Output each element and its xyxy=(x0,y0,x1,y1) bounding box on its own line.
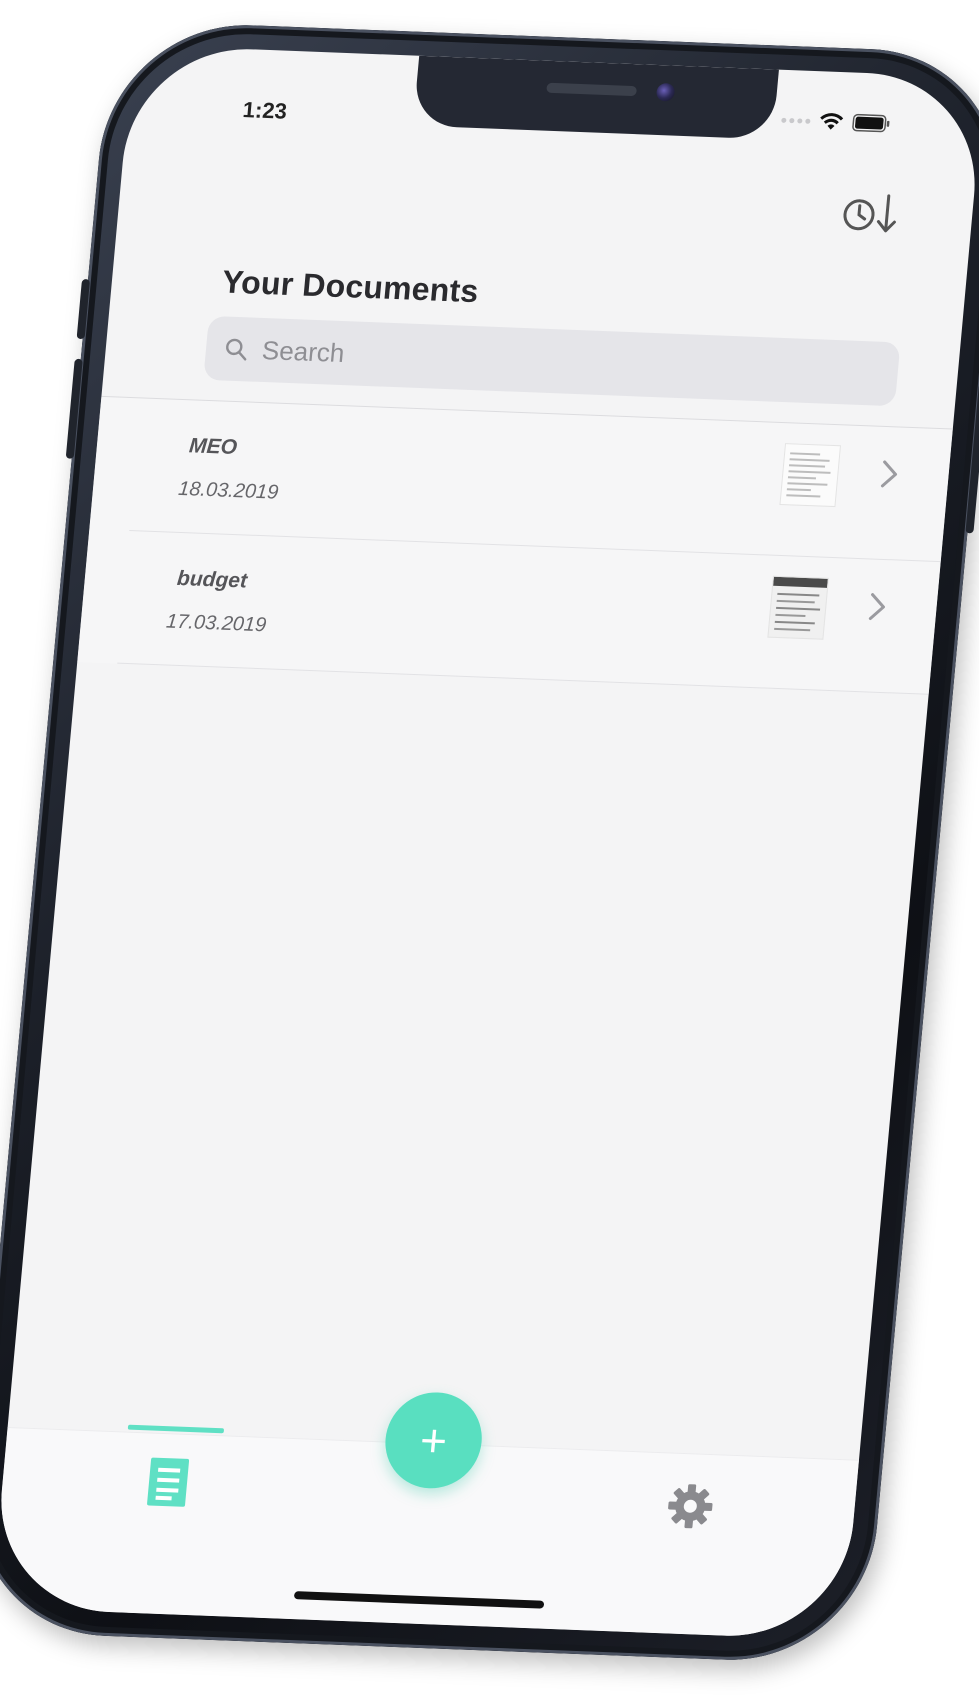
document-date: 18.03.2019 xyxy=(177,477,280,504)
battery-icon xyxy=(852,113,890,133)
search-bar[interactable] xyxy=(203,315,901,407)
document-thumbnail xyxy=(767,575,829,640)
page-title: Your Documents xyxy=(220,263,481,310)
signal-icon xyxy=(781,117,811,124)
gear-icon xyxy=(668,1484,713,1529)
phone-frame: 1:23 Your Documents Search MEO 18.03.201… xyxy=(0,19,979,1666)
status-time: 1:23 xyxy=(241,97,288,124)
document-list-icon xyxy=(147,1457,190,1507)
search-icon xyxy=(226,338,247,361)
notch xyxy=(412,55,779,140)
front-camera xyxy=(655,82,676,102)
clock-sort-icon xyxy=(843,194,896,233)
chevron-right-icon xyxy=(868,593,885,621)
speaker-grille xyxy=(546,82,638,97)
active-tab-indicator xyxy=(127,1424,225,1434)
document-title: budget xyxy=(176,566,249,593)
screen: 1:23 Your Documents Search MEO 18.03.201… xyxy=(0,44,979,1641)
document-date: 17.03.2019 xyxy=(165,610,268,637)
document-thumbnail xyxy=(779,443,842,508)
add-document-button[interactable]: + xyxy=(381,1390,486,1491)
document-title: MEO xyxy=(188,434,239,460)
wifi-icon xyxy=(820,113,844,130)
stage: 1:23 Your Documents Search MEO 18.03.201… xyxy=(0,0,979,1700)
document-list: MEO 18.03.2019 budget 17.03.2019 xyxy=(77,395,953,695)
home-indicator[interactable] xyxy=(293,1591,545,1609)
tab-bar: + xyxy=(0,1390,860,1641)
history-sort-button[interactable] xyxy=(840,190,904,236)
status-indicators xyxy=(780,110,891,134)
search-input[interactable] xyxy=(258,333,819,388)
chevron-right-icon xyxy=(880,460,898,488)
tab-documents[interactable] xyxy=(141,1453,196,1511)
tab-settings[interactable] xyxy=(664,1481,716,1531)
